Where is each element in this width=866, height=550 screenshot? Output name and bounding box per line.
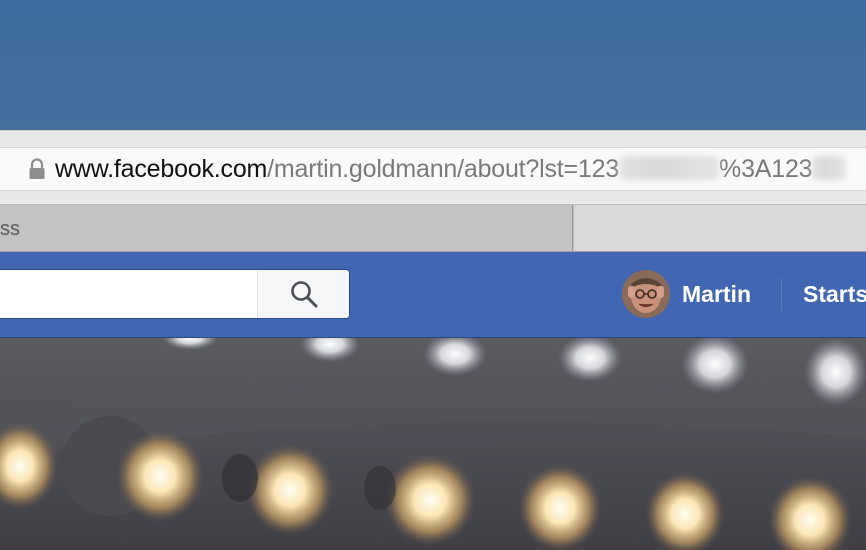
cover-photo[interactable] — [0, 338, 866, 550]
browser-address-bar: www.facebook.com/martin.goldmann/about?l… — [0, 130, 866, 205]
search-input[interactable] — [0, 270, 257, 318]
facebook-top-bar: Martin Starts — [0, 252, 866, 338]
url-redacted-segment — [619, 156, 720, 180]
search-box — [0, 269, 350, 319]
url-field[interactable]: www.facebook.com/martin.goldmann/about?l… — [0, 147, 866, 191]
profile-photo — [622, 270, 670, 318]
browser-tab-1[interactable]: ss — [0, 205, 573, 251]
browser-tab-strip: ss — [0, 205, 866, 252]
tab-1-label: ss — [0, 218, 20, 240]
search-button[interactable] — [257, 270, 349, 318]
desktop-background-band — [0, 0, 866, 130]
cover-image — [0, 338, 866, 550]
avatar[interactable] — [622, 270, 670, 318]
nav-home-link[interactable]: Starts — [803, 281, 866, 308]
url-text[interactable]: www.facebook.com/martin.goldmann/about?l… — [55, 154, 847, 184]
url-query-part: %3A123 — [719, 155, 813, 183]
lock-icon — [29, 158, 45, 179]
search-icon — [291, 281, 318, 308]
nav-divider — [781, 278, 782, 311]
url-domain: www.facebook.com — [55, 155, 268, 183]
browser-tab-2[interactable] — [574, 205, 866, 251]
url-redacted-segment-2 — [812, 156, 847, 180]
user-name-link[interactable]: Martin — [682, 281, 751, 308]
url-path: /martin.goldmann/about?lst=123 — [267, 155, 620, 183]
